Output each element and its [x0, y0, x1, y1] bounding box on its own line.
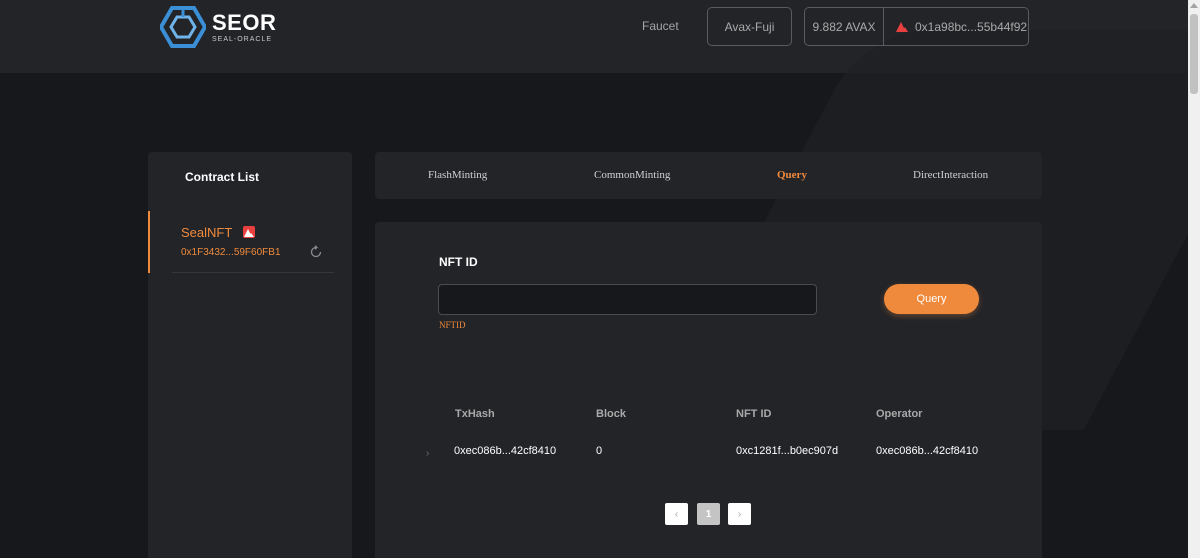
avax-badge-icon: [243, 226, 255, 238]
brand-name: SEOR: [212, 9, 277, 35]
sidebar-item-sealnft[interactable]: SealNFT 0x1F3432...59F60FB1: [148, 211, 352, 273]
wallet-balance: 9.882 AVAX: [805, 8, 884, 45]
column-header-block: Block: [596, 408, 626, 420]
row-expand-chevron-icon[interactable]: ›: [426, 448, 429, 459]
refresh-icon[interactable]: [309, 245, 323, 259]
pagination-prev-button[interactable]: ‹: [665, 503, 688, 525]
column-header-nft-id: NFT ID: [736, 408, 772, 420]
brand-logo[interactable]: SEOR SEAL-ORACLE: [160, 6, 276, 48]
nft-id-input[interactable]: [438, 284, 817, 315]
wallet-address-text: 0x1a98bc...55b44f92: [915, 19, 1028, 34]
query-button[interactable]: Query: [884, 284, 979, 314]
avax-icon: [896, 21, 908, 32]
seor-logo-icon: [160, 6, 206, 48]
scrollbar-thumb[interactable]: [1190, 14, 1198, 94]
contract-list-sidebar: Contract List SealNFT 0x1F3432...59F60FB…: [148, 152, 352, 558]
query-panel: NFT ID NFTID Query TxHash Block NFT ID O…: [375, 222, 1042, 558]
wallet-address-button[interactable]: 0x1a98bc...55b44f92: [884, 20, 1028, 34]
table-cell-nft-id: 0xc1281f...b0ec907d: [736, 445, 839, 457]
column-header-txhash: TxHash: [455, 408, 495, 420]
table-cell-txhash: 0xec086b...42cf8410: [454, 445, 557, 457]
faucet-link[interactable]: Faucet: [642, 19, 679, 33]
tab-commonminting[interactable]: CommonMinting: [594, 169, 670, 181]
column-header-operator: Operator: [876, 408, 923, 420]
brand-subtitle: SEAL-ORACLE: [212, 35, 273, 43]
brand-text: SEOR SEAL-ORACLE: [212, 9, 277, 44]
scroll-up-arrow-icon[interactable]: [1190, 3, 1198, 8]
nft-id-label: NFT ID: [439, 255, 478, 269]
nft-id-validation-message: NFTID: [439, 320, 466, 330]
table-cell-block: 0: [596, 445, 603, 457]
tab-bar: FlashMinting CommonMinting Query DirectI…: [375, 152, 1042, 199]
contract-name: SealNFT: [181, 225, 233, 240]
tab-query[interactable]: Query: [777, 169, 807, 181]
network-selector-button[interactable]: Avax-Fuji: [707, 7, 792, 46]
tab-flashminting[interactable]: FlashMinting: [428, 169, 487, 181]
pagination-page-1[interactable]: 1: [697, 503, 720, 525]
pagination-next-button[interactable]: ›: [728, 503, 751, 525]
tab-directinteraction[interactable]: DirectInteraction: [913, 169, 988, 181]
contract-divider: [172, 272, 334, 273]
wallet-widget[interactable]: 9.882 AVAX 0x1a98bc...55b44f92: [804, 7, 1029, 46]
sidebar-title: Contract List: [185, 170, 260, 184]
page-scrollbar[interactable]: [1188, 0, 1200, 558]
contract-address: 0x1F3432...59F60FB1: [181, 247, 281, 258]
table-cell-operator: 0xec086b...42cf8410: [876, 445, 979, 457]
